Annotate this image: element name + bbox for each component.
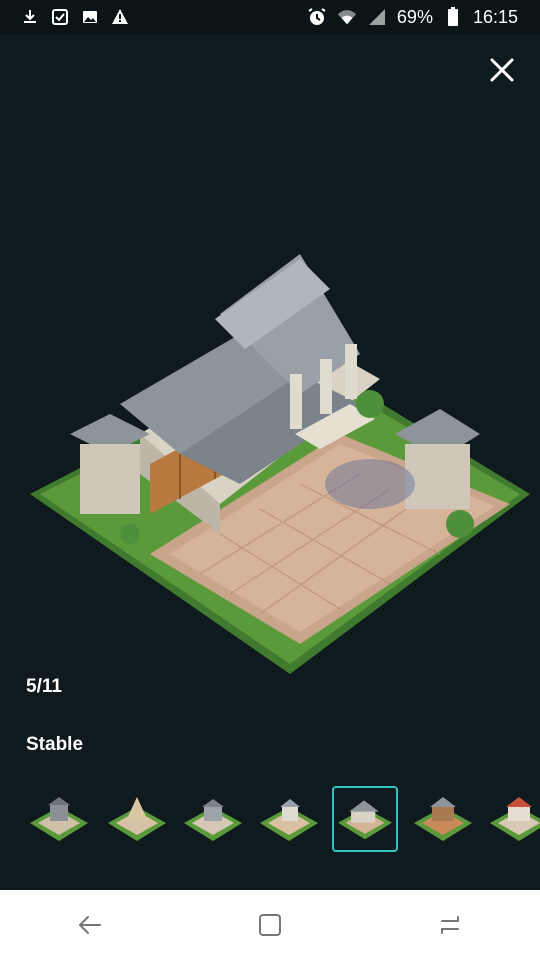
status-right-icons: 69% 16:15	[307, 7, 518, 28]
thumbnail-7[interactable]	[486, 786, 540, 852]
battery-percent: 69%	[396, 6, 433, 27]
stable-building-image	[30, 254, 530, 674]
warning-icon	[110, 7, 130, 27]
clock: 16:15	[472, 6, 518, 27]
back-icon	[79, 916, 101, 934]
back-button[interactable]	[66, 901, 114, 949]
image-counter: 5/11	[26, 676, 62, 697]
home-button[interactable]	[246, 901, 294, 949]
thumbnail-5-selected[interactable]	[332, 786, 398, 852]
signal-icon	[367, 7, 387, 27]
system-navigation-bar	[0, 890, 540, 960]
thumbnail-3[interactable]	[180, 786, 246, 852]
building-title: Stable	[26, 734, 84, 755]
checkbox-icon	[50, 7, 70, 27]
wifi-icon	[337, 7, 357, 27]
thumbnail-1[interactable]	[26, 786, 92, 852]
battery-icon	[443, 7, 463, 27]
download-icon	[20, 7, 40, 27]
thumbnail-6[interactable]	[410, 786, 476, 852]
thumbnail-2[interactable]	[104, 786, 170, 852]
thumbnail-4[interactable]	[256, 786, 322, 852]
recents-button[interactable]	[426, 901, 474, 949]
home-icon	[259, 914, 281, 936]
status-left-icons	[20, 7, 130, 27]
thumbnail-strip[interactable]	[0, 780, 540, 858]
image-icon	[80, 7, 100, 27]
alarm-icon	[307, 7, 327, 27]
status-bar: 69% 16:15	[0, 0, 540, 34]
building-image-viewer[interactable]	[0, 34, 540, 674]
recents-icon	[441, 916, 459, 934]
